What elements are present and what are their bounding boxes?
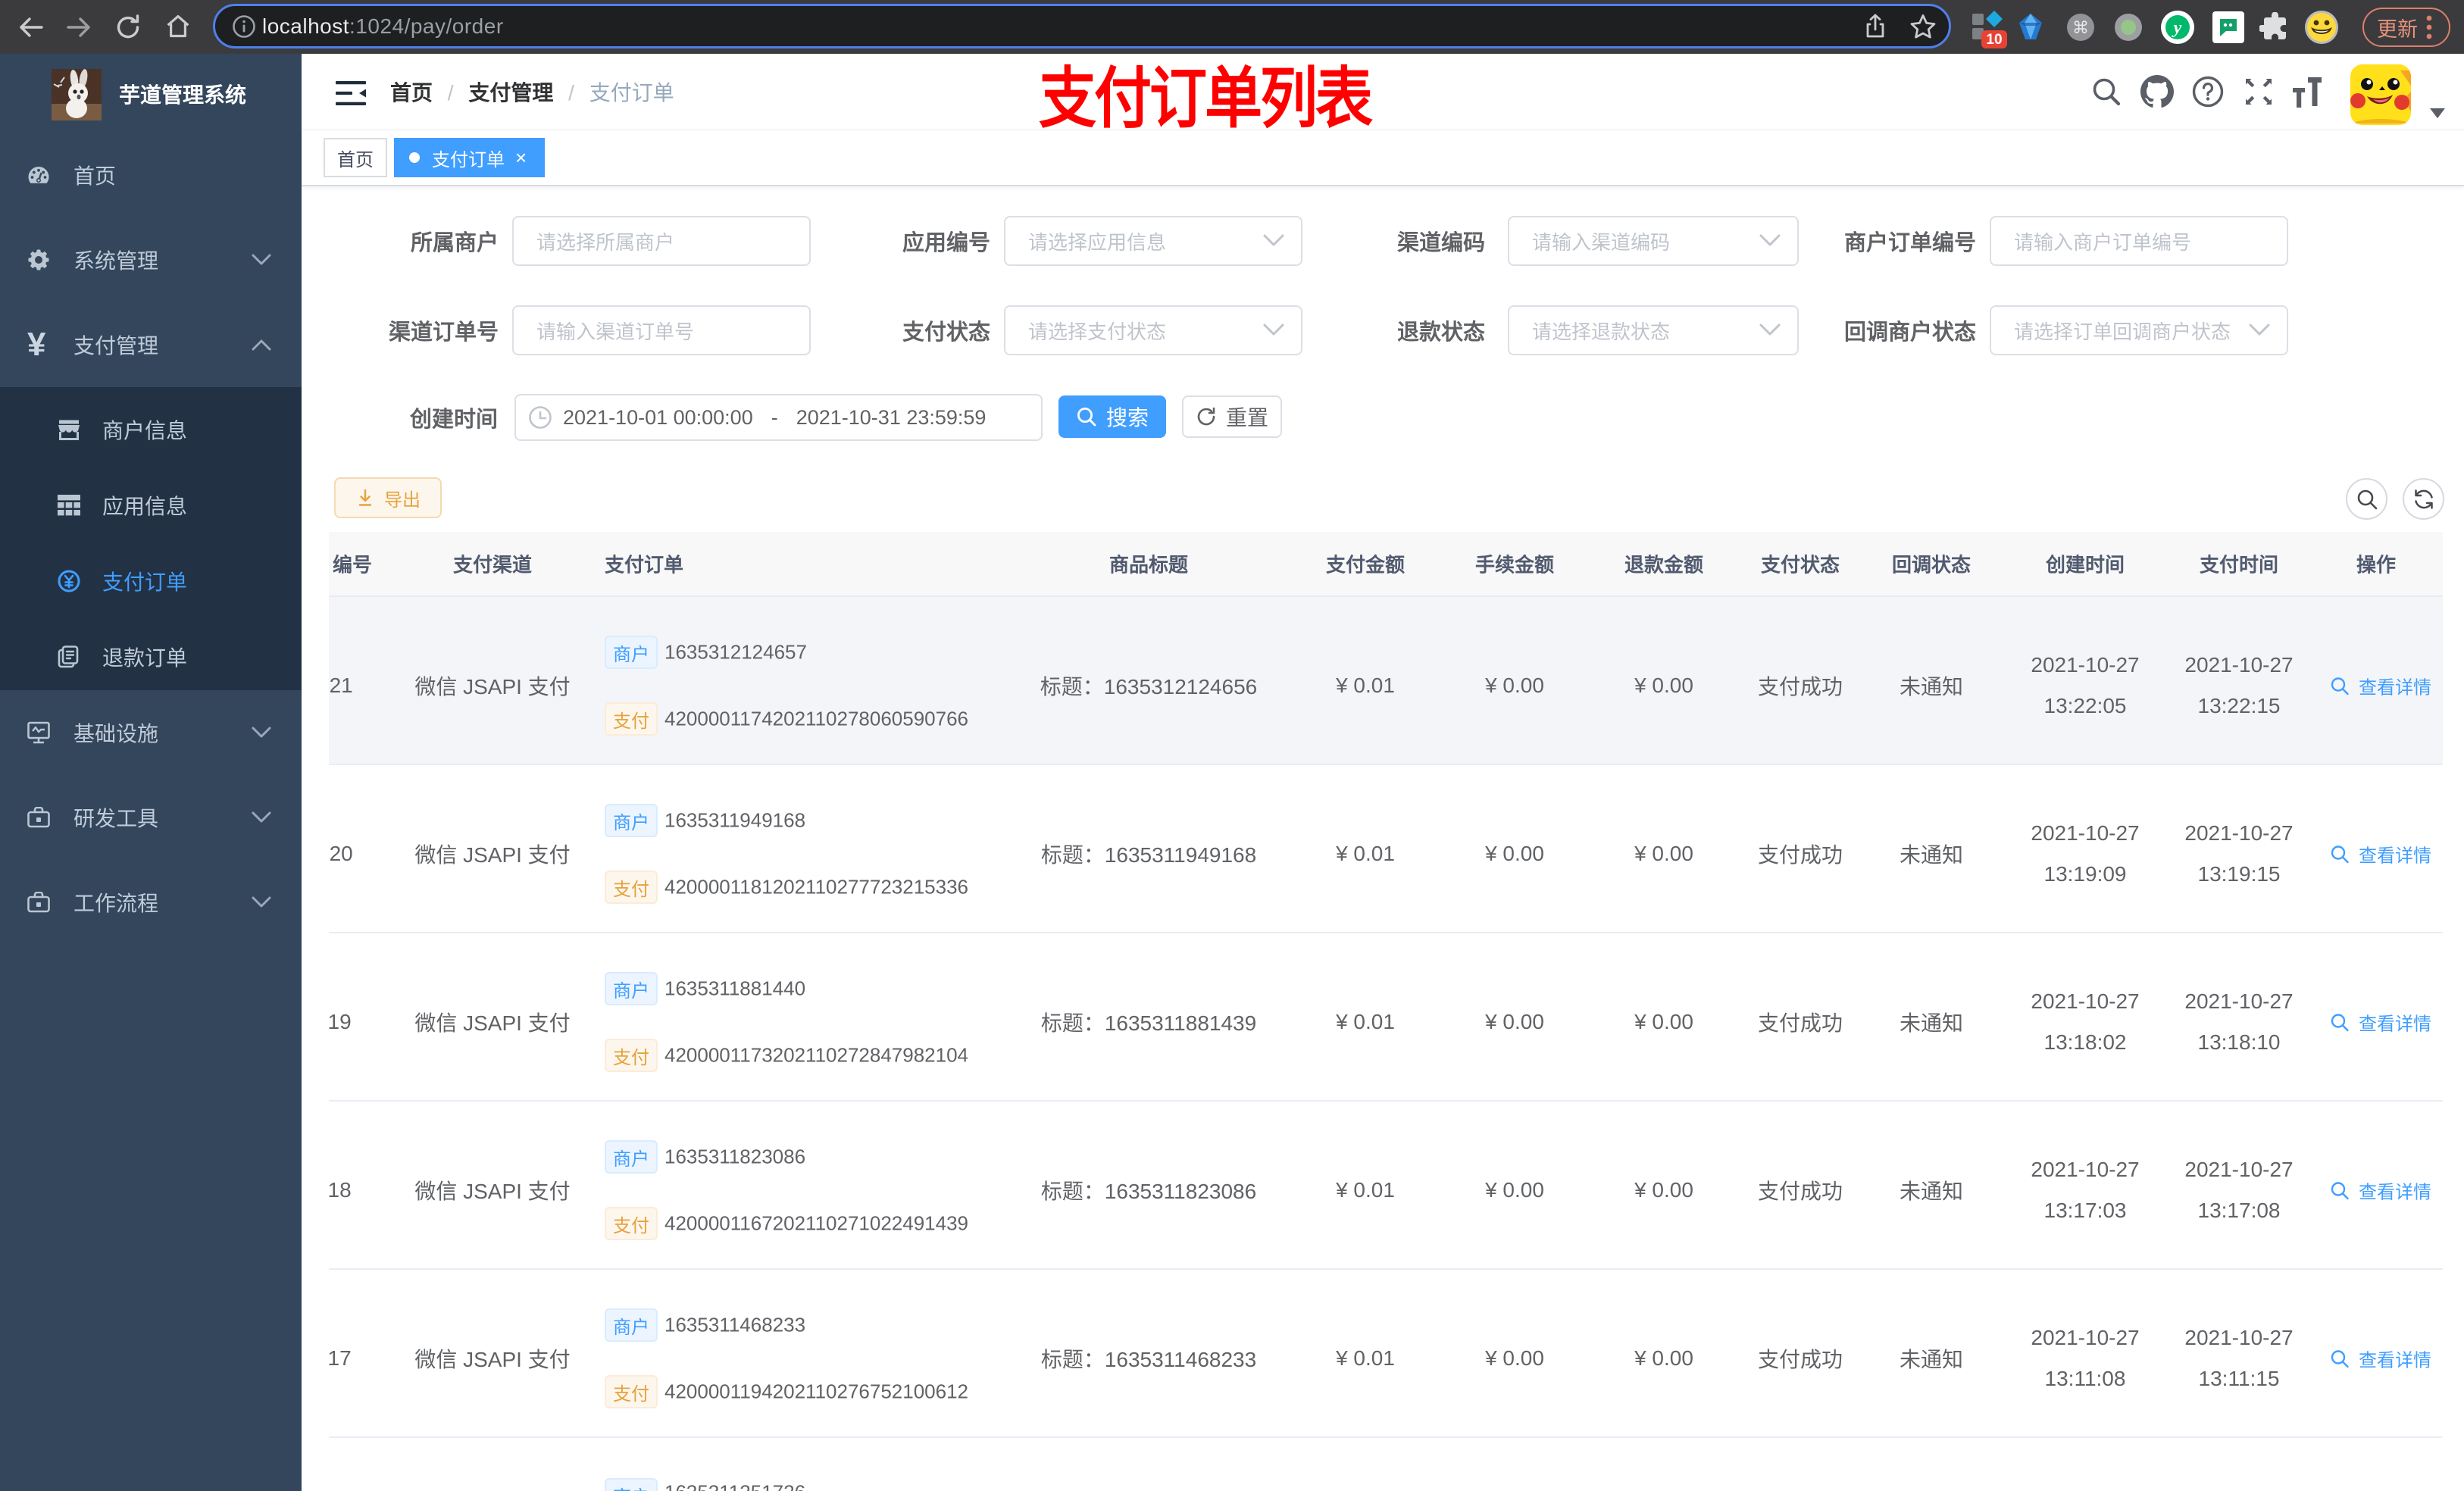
svg-text:y: y <box>2172 18 2182 38</box>
svg-text:10: 10 <box>1986 32 2002 48</box>
svg-text:⌘: ⌘ <box>2072 18 2089 37</box>
